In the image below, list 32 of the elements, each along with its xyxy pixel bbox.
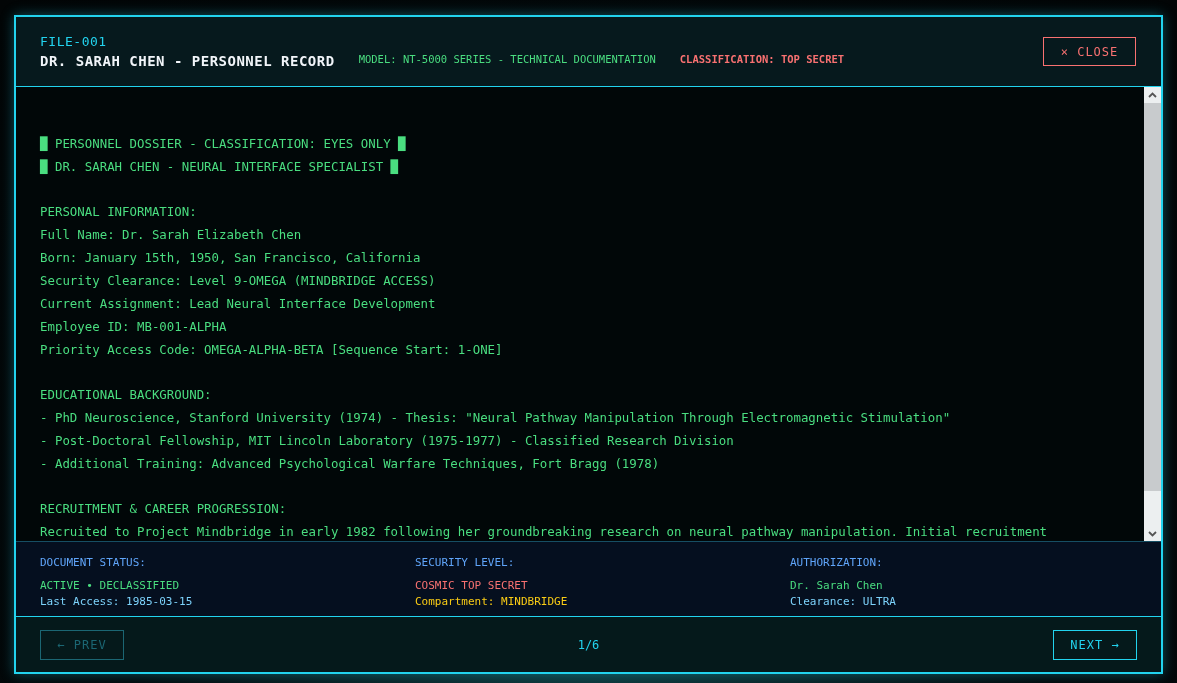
text-line: Employee ID: MB-001-ALPHA (40, 318, 228, 336)
text-line: - Post-Doctoral Fellowship, MIT Lincoln Laboratory (1975-1977) - Classified Research Division (40, 432, 735, 450)
file-id: FILE-001 (40, 34, 108, 49)
status-value: Compartment: MINDBRIDGE (415, 594, 569, 610)
text-line: - PhD Neuroscience, Stanford University (1974) - Thesis: "Neural Pathway Manipulation Through Electromagnetic Stimulation" (40, 409, 952, 427)
text-line: - Additional Training: Advanced Psychological Warfare Techniques, Fort Bragg (1978) (40, 455, 661, 473)
status-value: Dr. Sarah Chen (790, 578, 884, 594)
banner-line: █ DR. SARAH CHEN - NEURAL INTERFACE SPECIALIST █ (40, 158, 400, 176)
section-heading: EDUCATIONAL BACKGROUND: (40, 386, 213, 404)
classification-label: CLASSIFICATION: TOP SECRET (679, 52, 845, 65)
text-line: Priority Access Code: OMEGA-ALPHA-BETA [Sequence Start: 1-ONE] (40, 341, 504, 359)
section-heading: PERSONAL INFORMATION: (40, 203, 198, 221)
status-value: ACTIVE • DECLASSIFIED (40, 578, 181, 594)
text-line: Recruited to Project Mindbridge in early 1982 following her groundbreaking research on neural pathway manipulation. Initial recruitment (40, 523, 1049, 541)
scrollbar[interactable] (1144, 87, 1161, 541)
status-value: COSMIC TOP SECRET (415, 578, 529, 594)
text-line: Born: January 15th, 1950, San Francisco, California (40, 249, 422, 267)
model-label: MODEL: NT-5000 SERIES - TECHNICAL DOCUMENTATION (358, 52, 656, 65)
section-heading: RECRUITMENT & CAREER PROGRESSION: (40, 500, 288, 518)
status-label: AUTHORIZATION: (790, 556, 884, 569)
banner-line: █ PERSONNEL DOSSIER - CLASSIFICATION: EYES ONLY █ (40, 135, 407, 153)
window-title: DR. SARAH CHEN - PERSONNEL RECORD (40, 53, 335, 69)
status-value: Clearance: ULTRA (790, 594, 897, 610)
text-line: Security Clearance: Level 9-OMEGA (MINDBRIDGE ACCESS) (40, 272, 437, 290)
close-button[interactable]: × CLOSE (1043, 37, 1136, 66)
status-value: Last Access: 1985-03-15 (40, 594, 194, 610)
page-indicator: 1/6 (577, 637, 600, 652)
text-line: Full Name: Dr. Sarah Elizabeth Chen (40, 226, 303, 244)
status-label: SECURITY LEVEL: (415, 556, 516, 569)
text-line: Current Assignment: Lead Neural Interface Development (40, 295, 437, 313)
status-label: DOCUMENT STATUS: (40, 556, 147, 569)
next-button[interactable]: NEXT → (1053, 629, 1137, 660)
